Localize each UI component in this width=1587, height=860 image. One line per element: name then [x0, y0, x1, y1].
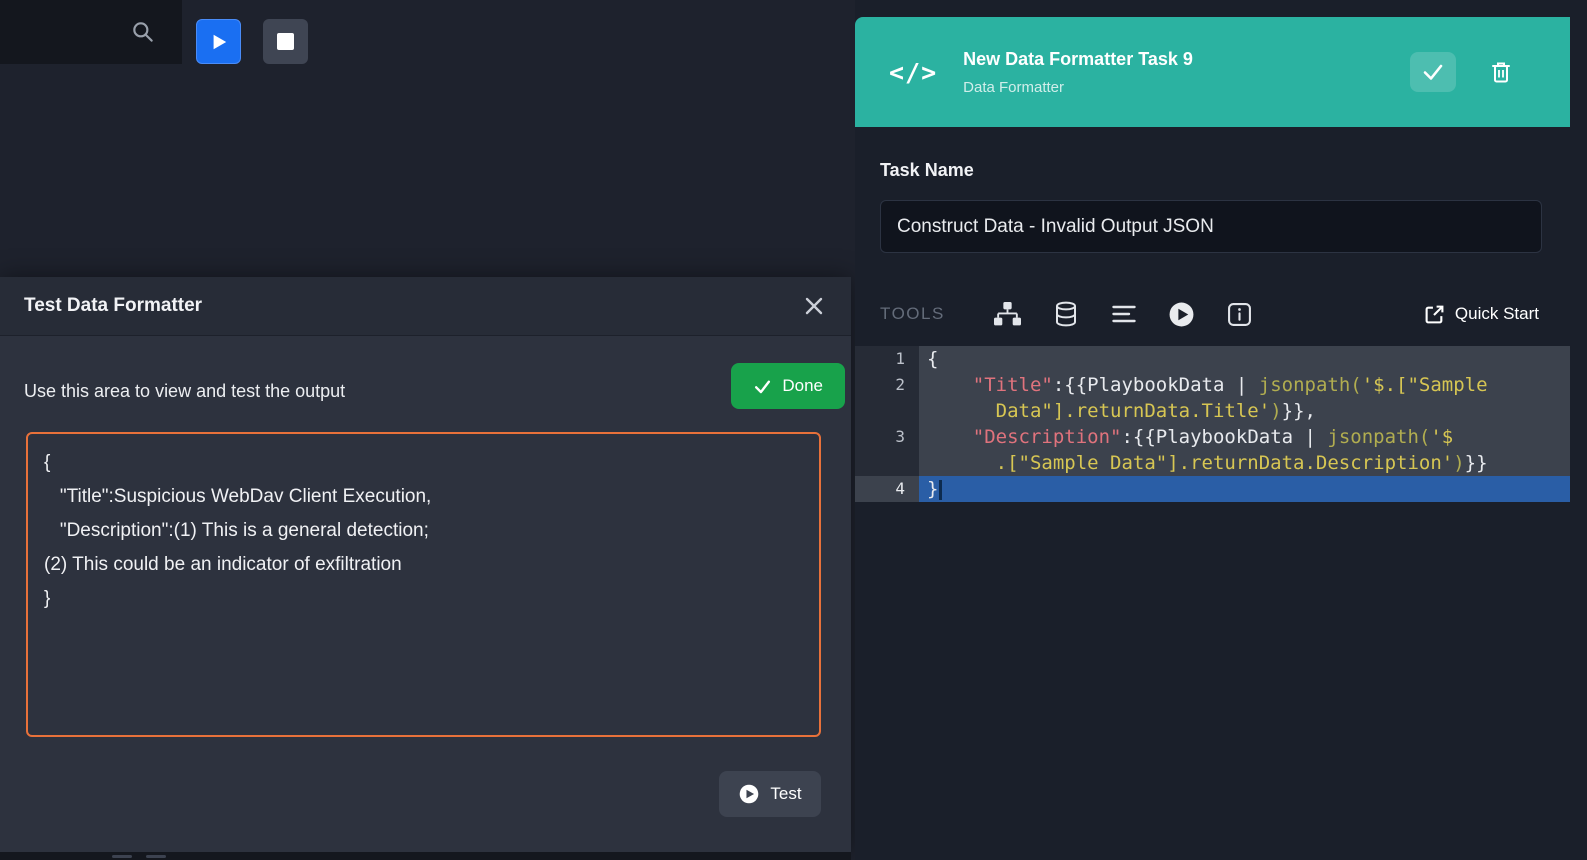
align-lines-icon: [1112, 304, 1136, 324]
line-number: 3: [855, 424, 919, 450]
line-number: 4: [855, 476, 919, 502]
done-button[interactable]: Done: [731, 363, 845, 409]
code-line[interactable]: 4}: [855, 476, 1570, 502]
output-textarea[interactable]: { "Title":Suspicious WebDav Client Execu…: [26, 432, 821, 737]
code-editor[interactable]: 1{2 "Title":{{PlaybookData | jsonpath('$…: [855, 346, 1570, 502]
search-bar[interactable]: [0, 0, 182, 64]
close-icon: [805, 297, 823, 315]
quick-start-link[interactable]: Quick Start: [1418, 303, 1545, 326]
code-line[interactable]: 2 "Title":{{PlaybookData | jsonpath('$.[…: [855, 372, 1570, 398]
tool-database-button[interactable]: [1049, 297, 1083, 331]
task-header-actions: [1410, 52, 1524, 92]
test-button[interactable]: Test: [719, 771, 821, 817]
delete-task-button[interactable]: [1478, 52, 1524, 92]
code-text: "Title":{{PlaybookData | jsonpath('$.["S…: [919, 372, 1570, 398]
modal-header: Test Data Formatter: [0, 277, 851, 336]
stop-icon: [277, 33, 294, 50]
code-icon: </>: [889, 58, 937, 87]
task-subtitle: Data Formatter: [963, 79, 1193, 96]
line-number: [855, 450, 919, 476]
code-text: }: [919, 476, 1570, 502]
code-line[interactable]: Data"].returnData.Title')}},: [855, 398, 1570, 424]
sitemap-icon: [994, 302, 1021, 326]
canvas-artifact: [0, 852, 851, 860]
check-icon: [753, 377, 772, 396]
modal-title: Test Data Formatter: [24, 295, 801, 317]
play-circle-icon: [738, 783, 760, 805]
line-number: 1: [855, 346, 919, 372]
app-root: Test Data Formatter Use this area to vie…: [0, 0, 1587, 860]
stop-playbook-button[interactable]: [263, 19, 308, 64]
text-cursor: [939, 480, 942, 500]
tool-run-button[interactable]: [1165, 297, 1199, 331]
line-number: [855, 398, 919, 424]
code-line[interactable]: 3 "Description":{{PlaybookData | jsonpat…: [855, 424, 1570, 450]
search-icon: [130, 19, 156, 45]
test-data-formatter-modal: Test Data Formatter Use this area to vie…: [0, 277, 851, 852]
play-icon: [210, 33, 228, 51]
run-playbook-button[interactable]: [196, 19, 241, 64]
code-text: {: [919, 346, 1570, 372]
task-title: New Data Formatter Task 9: [963, 49, 1193, 70]
check-icon: [1421, 60, 1445, 84]
test-button-label: Test: [770, 784, 801, 804]
line-number: 2: [855, 372, 919, 398]
tools-label: TOOLS: [880, 304, 945, 324]
external-link-icon: [1424, 304, 1445, 325]
tool-lines-button[interactable]: [1107, 297, 1141, 331]
done-button-label: Done: [782, 376, 823, 396]
modal-description: Use this area to view and test the outpu…: [24, 381, 345, 402]
play-circle-icon: [1168, 301, 1195, 328]
confirm-task-button[interactable]: [1410, 52, 1456, 92]
code-line[interactable]: 1{: [855, 346, 1570, 372]
close-button[interactable]: [801, 293, 827, 319]
tool-sitemap-button[interactable]: [991, 297, 1025, 331]
code-text: "Description":{{PlaybookData | jsonpath(…: [919, 424, 1570, 450]
tool-buttons: [991, 297, 1257, 331]
info-icon: [1227, 302, 1252, 327]
quick-start-label: Quick Start: [1455, 304, 1539, 324]
trash-icon: [1491, 61, 1511, 83]
task-panel: </> New Data Formatter Task 9 Data Forma…: [855, 0, 1587, 860]
task-header-titles: New Data Formatter Task 9 Data Formatter: [963, 49, 1193, 96]
task-name-label: Task Name: [880, 160, 974, 181]
code-text: Data"].returnData.Title')}},: [919, 398, 1570, 424]
code-line[interactable]: .["Sample Data"].returnData.Description'…: [855, 450, 1570, 476]
database-icon: [1054, 301, 1078, 327]
code-text: .["Sample Data"].returnData.Description'…: [919, 450, 1570, 476]
tool-info-button[interactable]: [1223, 297, 1257, 331]
task-header: </> New Data Formatter Task 9 Data Forma…: [855, 17, 1570, 127]
tools-toolbar: TOOLS: [880, 288, 1545, 340]
task-name-input[interactable]: [880, 200, 1542, 253]
